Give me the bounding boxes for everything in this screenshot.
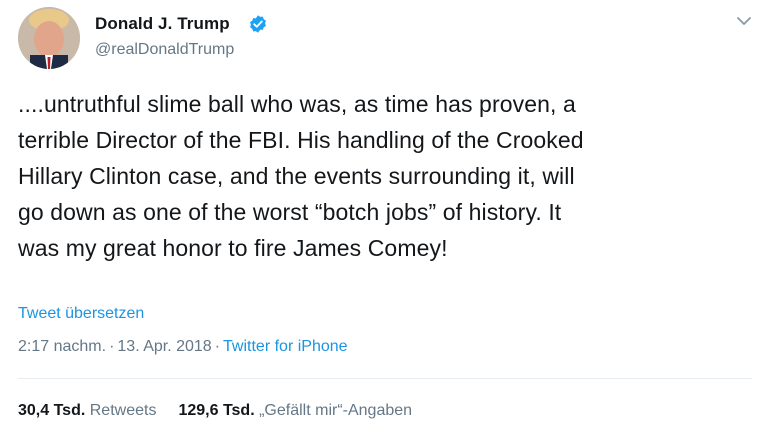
author-name[interactable]: Donald J. Trump	[95, 14, 230, 34]
tweet-date[interactable]: 13. Apr. 2018	[117, 338, 211, 355]
retweets-label: Retweets	[89, 402, 157, 419]
avatar-image	[18, 7, 80, 69]
tweet-stats: 30,4 Tsd. Retweets 129,6 Tsd. „Gefällt mi…	[18, 402, 412, 420]
translate-tweet-link[interactable]: Tweet übersetzen	[18, 305, 144, 323]
divider	[18, 378, 752, 379]
avatar[interactable]	[18, 7, 80, 69]
chevron-down-icon[interactable]	[735, 14, 753, 28]
tweet-source-link[interactable]: Twitter for iPhone	[223, 338, 348, 355]
retweets-count: 30,4 Tsd.	[18, 402, 86, 419]
tweet-text: ....untruthful slime ball who was, as ti…	[18, 91, 584, 261]
separator: ·	[214, 338, 221, 355]
author-handle[interactable]: @realDonaldTrump	[95, 41, 234, 59]
likes-stat[interactable]: 129,6 Tsd. „Gefällt mir“-Angaben	[178, 402, 412, 419]
tweet-card: Donald J. Trump @realDonaldTrump ....unt…	[0, 0, 768, 432]
likes-count: 129,6 Tsd.	[178, 402, 255, 419]
separator: ·	[109, 338, 115, 355]
tweet-metadata: 2:17 nachm. · 13. Apr. 2018 · Twitter for iP…	[18, 338, 348, 356]
verified-badge-icon	[250, 15, 266, 33]
likes-label: „Gefällt mir“-Angaben	[259, 402, 413, 419]
tweet-time[interactable]: 2:17 nachm.	[18, 338, 106, 355]
retweets-stat[interactable]: 30,4 Tsd. Retweets	[18, 402, 156, 419]
